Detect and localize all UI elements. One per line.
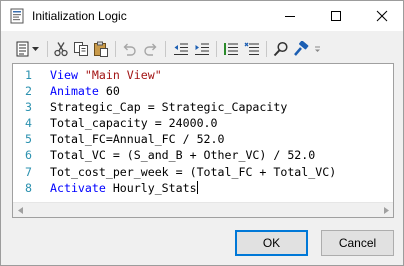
keyword-token: View [50, 68, 78, 82]
minimize-button[interactable] [267, 1, 313, 31]
cut-icon [54, 42, 68, 57]
code-text: Strategic_Cap = Strategic_Capacity [50, 99, 287, 115]
toolbar-overflow[interactable] [312, 39, 322, 59]
scroll-right-icon [383, 206, 389, 214]
code-text: Activate Hourly_Stats [50, 180, 198, 196]
toolbar-separator [266, 41, 267, 57]
keyword-token: Activate [50, 180, 106, 195]
text-caret [196, 180, 198, 194]
code-text: View "Main View" [50, 67, 162, 83]
line-number: 1 [25, 68, 32, 82]
code-token: Hourly_Stats [105, 180, 197, 195]
code-line[interactable]: 4 Total_capacity = 24000.0 [13, 115, 393, 131]
indent-button[interactable] [192, 39, 212, 59]
line-number: 6 [25, 148, 32, 163]
close-icon [376, 10, 388, 22]
line-number: 4 [25, 116, 32, 131]
cancel-button[interactable]: Cancel [321, 230, 394, 256]
string-token: "Main View" [84, 68, 162, 82]
dropdown-arrow-icon [31, 47, 39, 51]
keyword-token: Animate [50, 84, 99, 99]
code-line[interactable]: 8 Activate Hourly_Stats [13, 180, 393, 196]
indent-icon [195, 43, 209, 55]
redo-icon [144, 43, 157, 56]
copy-icon [74, 42, 88, 56]
dialog-window: Initialization Logic 1 View "Main View" … [0, 0, 404, 266]
maximize-icon [331, 11, 341, 21]
build-button[interactable] [291, 39, 311, 59]
outdent-button[interactable] [171, 39, 191, 59]
find-button[interactable] [271, 39, 291, 59]
undo-button[interactable] [119, 39, 139, 59]
paste-icon [94, 41, 108, 57]
maximize-button[interactable] [313, 1, 359, 31]
code-lines: 1 View "Main View" 2 Animate 60 3 Strategic_C… [13, 67, 393, 196]
scroll-right-button[interactable] [379, 203, 393, 217]
line-number: 7 [25, 164, 32, 179]
build-icon [294, 41, 309, 56]
line-number: 5 [25, 132, 32, 147]
code-token: Strategic_Cap = Strategic_Capacity [50, 100, 288, 115]
undo-icon [123, 43, 136, 56]
code-text: Total_VC = (S_and_B + Other_VC) / 52.0 [50, 147, 315, 163]
redo-button[interactable] [141, 39, 161, 59]
line-number: 2 [25, 84, 32, 99]
line-number: 8 [25, 180, 32, 195]
uncomment-icon [244, 42, 259, 55]
cut-button[interactable] [51, 39, 71, 59]
format-dropdown[interactable] [29, 39, 41, 59]
copy-button[interactable] [71, 39, 91, 59]
code-text: Tot_cost_per_week = (Total_FC + Total_VC… [50, 164, 336, 180]
ok-button[interactable]: OK [235, 230, 308, 256]
code-editor[interactable]: 1 View "Main View" 2 Animate 60 3 Strategic_C… [12, 63, 394, 218]
code-token: Total_VC = (S_and_B + Other_VC) / 52.0 [50, 148, 316, 163]
editor-toolbar [9, 37, 395, 61]
code-text: Total_capacity = 24000.0 [50, 115, 218, 131]
paste-button[interactable] [91, 39, 111, 59]
toolbar-separator [216, 41, 217, 57]
minimize-icon [285, 16, 295, 17]
title-bar[interactable]: Initialization Logic [1, 1, 403, 31]
code-line[interactable]: 2 Animate 60 [13, 83, 393, 99]
line-number: 3 [25, 100, 32, 115]
code-line[interactable]: 7 Tot_cost_per_week = (Total_FC + Total_V… [13, 164, 393, 180]
code-text: Total_FC=Annual_FC / 52.0 [50, 131, 225, 147]
comment-icon [224, 43, 238, 55]
code-token: Total_capacity = 24000.0 [50, 116, 218, 131]
toolbar-separator [47, 41, 48, 57]
code-token: 60 [98, 84, 120, 99]
code-text: Animate 60 [50, 83, 120, 99]
find-icon [273, 41, 288, 57]
code-token: Total_FC=Annual_FC / 52.0 [50, 132, 225, 147]
code-line[interactable]: 1 View "Main View" [13, 67, 393, 83]
window-title: Initialization Logic [32, 9, 127, 23]
comment-button[interactable] [221, 39, 241, 59]
uncomment-button[interactable] [242, 39, 262, 59]
code-line[interactable]: 6 Total_VC = (S_and_B + Other_VC) / 52.0 [13, 147, 393, 163]
scroll-left-button[interactable] [13, 203, 27, 217]
app-icon [9, 8, 25, 24]
line-format-icon [16, 41, 29, 57]
code-token: Tot_cost_per_week = (Total_FC + Total_VC… [50, 164, 337, 179]
overflow-icon [314, 46, 320, 52]
code-line[interactable]: 3 Strategic_Cap = Strategic_Capacity [13, 99, 393, 115]
toolbar-separator [165, 41, 166, 57]
code-line[interactable]: 5 Total_FC=Annual_FC / 52.0 [13, 131, 393, 147]
toolbar-separator [115, 41, 116, 57]
scroll-left-icon [17, 206, 23, 214]
close-button[interactable] [359, 1, 404, 31]
horizontal-scrollbar[interactable] [13, 202, 393, 217]
outdent-icon [174, 43, 188, 55]
